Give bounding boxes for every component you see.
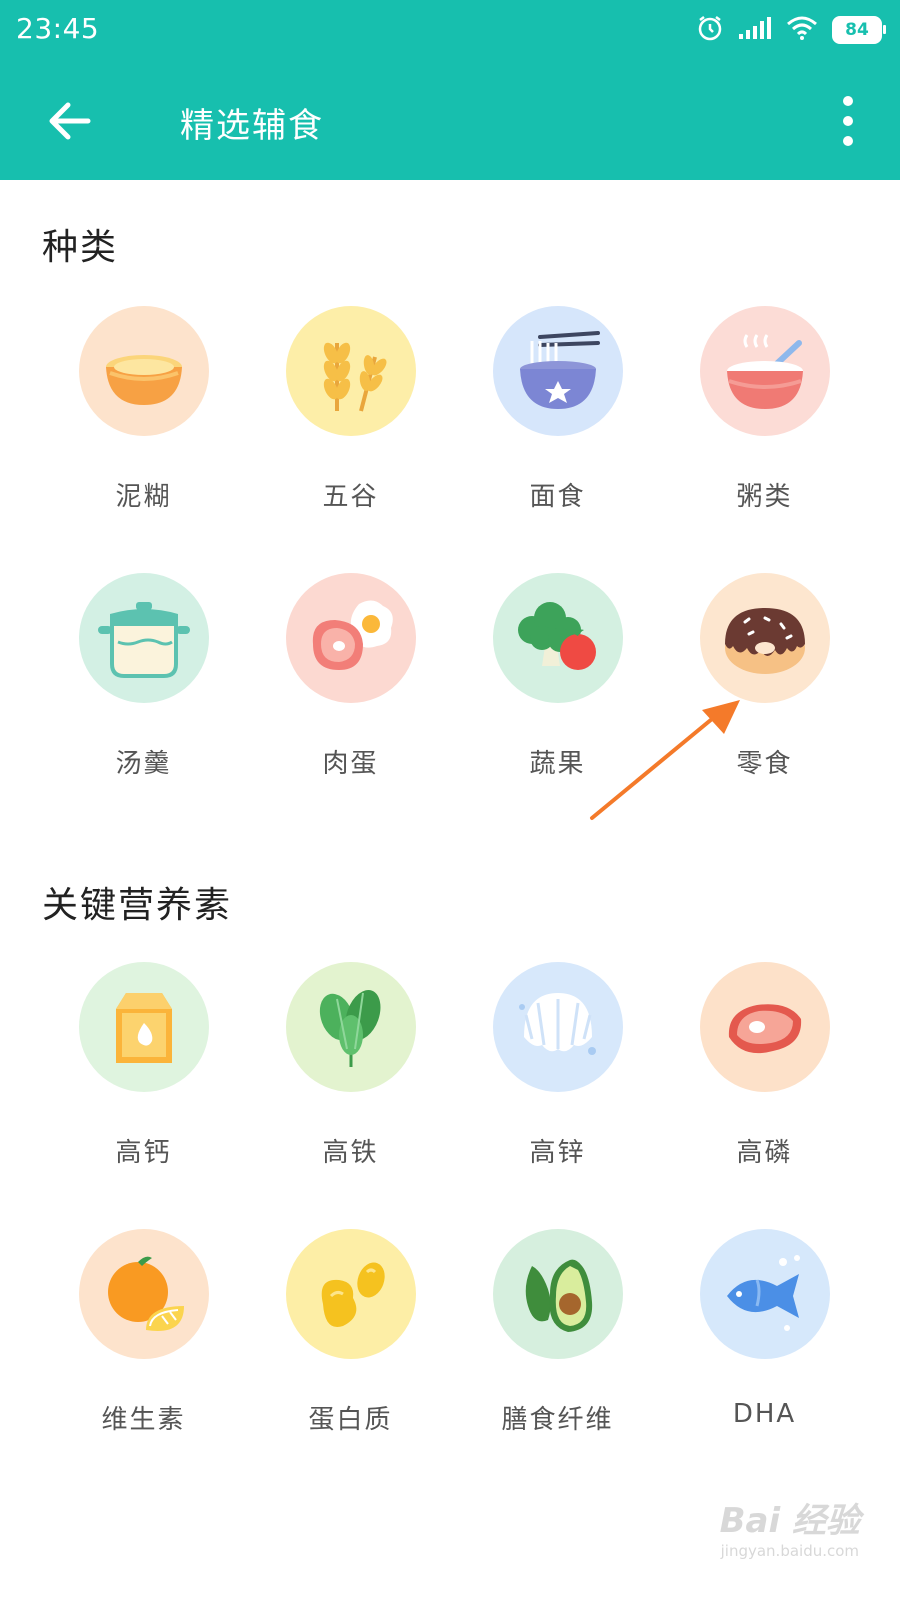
category-item-soup[interactable]: 汤羹 [40, 573, 247, 780]
signal-icon [738, 16, 772, 44]
status-bar: 23:45 84 [0, 0, 900, 62]
more-options-button[interactable] [836, 92, 860, 150]
category-item-puree[interactable]: 泥糊 [40, 306, 247, 513]
shell-icon [518, 993, 596, 1055]
alarm-icon [696, 14, 724, 46]
nutrient-grid: 高钙 高铁 高锌 高磷 维生素 蛋白质 膳食纤维 DHA [40, 962, 870, 1436]
fish-icon [726, 1255, 800, 1331]
more-vertical-icon [843, 96, 853, 146]
category-item-noodles[interactable]: 面食 [454, 306, 661, 513]
item-label: 高铁 [322, 1138, 379, 1168]
item-label: 蛋白质 [308, 1405, 393, 1435]
nutrient-item-vitamin[interactable]: 维生素 [40, 1229, 247, 1436]
battery-icon: 84 [832, 16, 886, 44]
item-label: 零食 [736, 749, 793, 779]
item-label: 泥糊 [115, 482, 172, 512]
category-item-meat-egg[interactable]: 肉蛋 [247, 573, 454, 780]
nutrient-item-calcium[interactable]: 高钙 [40, 962, 247, 1169]
nutrient-item-zinc[interactable]: 高锌 [454, 962, 661, 1169]
item-label: 蔬果 [529, 749, 586, 779]
section-title-nutrients: 关键营养素 [42, 885, 233, 926]
nutrient-item-protein[interactable]: 蛋白质 [247, 1229, 454, 1436]
steak-icon [728, 1004, 801, 1054]
wheat-icon [323, 342, 386, 412]
back-button[interactable] [44, 96, 94, 146]
watermark: Bai 经验 jingyan.baidu.com [720, 1493, 860, 1560]
category-item-vegetables[interactable]: 蔬果 [454, 573, 661, 780]
page-title: 精选辅食 [180, 106, 324, 146]
watermark-url: jingyan.baidu.com [720, 1542, 860, 1560]
beans-icon [321, 1262, 385, 1328]
item-label: 汤羹 [115, 749, 172, 779]
donut-icon [724, 608, 805, 674]
meat-egg-icon [312, 600, 393, 670]
porridge-bowl-icon [726, 334, 803, 409]
item-label: 面食 [529, 482, 586, 512]
category-item-grains[interactable]: 五谷 [247, 306, 454, 513]
section-title-category: 种类 [42, 227, 119, 268]
item-label: DHA [732, 1399, 797, 1429]
category-item-snacks[interactable]: 零食 [661, 573, 868, 780]
broccoli-tomato-icon [517, 602, 596, 670]
watermark-logo: Bai 经验 [719, 1501, 860, 1541]
orange-icon [107, 1256, 184, 1331]
item-label: 肉蛋 [322, 749, 379, 779]
nutrient-item-fiber[interactable]: 膳食纤维 [454, 1229, 661, 1436]
item-label: 高钙 [115, 1138, 172, 1168]
status-icons: 84 [696, 14, 886, 46]
status-time: 23:45 [16, 12, 100, 45]
nutrient-item-iron[interactable]: 高铁 [247, 962, 454, 1169]
item-circle [78, 306, 209, 436]
milk-carton-icon [115, 993, 172, 1063]
arrow-left-icon [49, 102, 91, 140]
nutrient-item-dha[interactable]: DHA [661, 1229, 868, 1436]
app-bar: 精选辅食 [0, 62, 900, 180]
item-label: 高锌 [529, 1138, 586, 1168]
nutrient-item-phosphorus[interactable]: 高磷 [661, 962, 868, 1169]
soup-pot-icon [97, 602, 190, 678]
item-label: 高磷 [736, 1138, 793, 1168]
item-label: 五谷 [322, 482, 379, 512]
category-item-porridge[interactable]: 粥类 [661, 306, 868, 513]
category-grid: 泥糊 五谷 面食 粥类 汤羹 肉蛋 蔬果 零食 [40, 306, 870, 780]
item-label: 粥类 [736, 482, 793, 512]
avocado-icon [525, 1259, 592, 1332]
spinach-icon [319, 989, 380, 1067]
wifi-icon [786, 16, 818, 44]
noodle-bowl-icon [519, 331, 600, 409]
item-label: 膳食纤维 [501, 1405, 614, 1435]
puree-bowl-icon [105, 355, 182, 405]
item-label: 维生素 [101, 1405, 186, 1435]
